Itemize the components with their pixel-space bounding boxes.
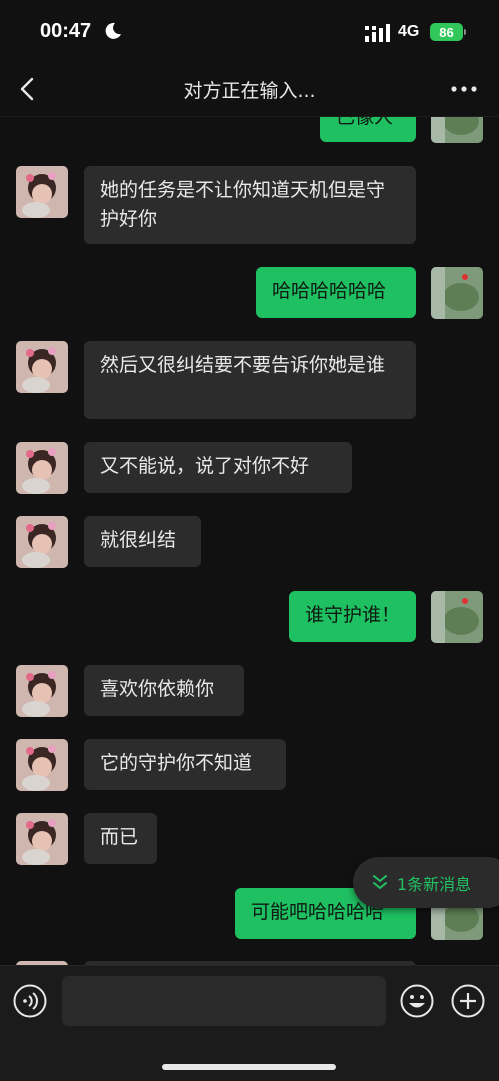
message-bubble-incoming[interactable]: 就很纠结 [84, 516, 201, 567]
more-dots-icon[interactable] [448, 78, 480, 100]
my-avatar[interactable] [431, 591, 483, 643]
contact-avatar[interactable] [16, 516, 68, 568]
new-messages-label: 1条新消息 [397, 875, 472, 894]
message-input[interactable] [62, 976, 386, 1026]
message-bubble-incoming[interactable]: 喜欢你依赖你 [84, 665, 244, 716]
contact-avatar[interactable] [16, 166, 68, 218]
message-bubble-incoming[interactable]: 然后又很纠结要不要告诉你她是谁 [84, 341, 416, 419]
chat-header: 对方正在输入... [0, 62, 499, 117]
message-bubble-incoming[interactable]: 而已 [84, 813, 157, 864]
my-avatar[interactable] [431, 267, 483, 319]
new-messages-badge[interactable]: 1条新消息 [353, 857, 499, 908]
message-bubble-outgoing[interactable]: 谁守护谁！ [289, 591, 416, 642]
contact-avatar[interactable] [16, 665, 68, 717]
contact-avatar[interactable] [16, 813, 68, 865]
contact-avatar[interactable] [16, 442, 68, 494]
double-chevron-down-icon [373, 875, 387, 890]
message-list: 已像人 她的任务是不让你知道天机但是守护好你 哈哈哈哈哈哈 然后又很纠结要不要告… [0, 0, 499, 965]
emoji-icon[interactable] [400, 984, 434, 1018]
contact-avatar[interactable] [16, 739, 68, 791]
contact-avatar[interactable] [16, 341, 68, 393]
home-indicator[interactable] [162, 1064, 336, 1070]
page-title: 对方正在输入... [183, 80, 316, 102]
message-bubble-incoming[interactable]: 又不能说，说了对你不好 [84, 442, 352, 493]
message-bubble-outgoing[interactable]: 哈哈哈哈哈哈 [256, 267, 416, 318]
plus-icon[interactable] [451, 984, 485, 1018]
voice-icon[interactable] [13, 984, 47, 1018]
message-bubble-incoming[interactable]: 她的任务是不让你知道天机但是守护好你 [84, 166, 416, 244]
message-bubble-incoming[interactable]: 它的守护你不知道 [84, 739, 286, 790]
input-bar [0, 965, 499, 1081]
